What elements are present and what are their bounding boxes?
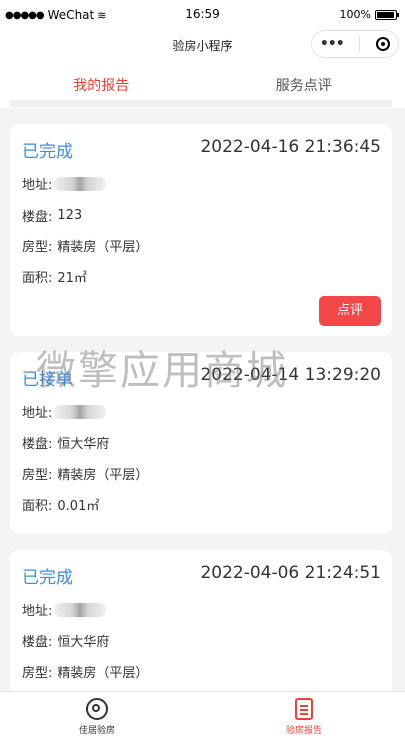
address-label: 地址: (22, 406, 53, 421)
address-row: 地址: (22, 174, 107, 193)
estate-label: 楼盘: (22, 437, 53, 452)
report-icon (295, 698, 313, 720)
report-status: 已完成 (22, 568, 73, 588)
house-type-label: 房型: (22, 468, 53, 483)
target-icon (86, 698, 108, 720)
more-icon[interactable]: ••• (320, 36, 345, 52)
area-value: 21㎡ (57, 271, 87, 286)
report-status: 已完成 (22, 142, 73, 162)
area-row: 面积: 21㎡ (22, 267, 87, 286)
close-target-icon[interactable] (376, 37, 391, 51)
area-label: 面积: (22, 271, 53, 286)
review-button[interactable]: 点评 (319, 296, 381, 326)
area-label: 面积: (22, 499, 53, 514)
area-row: 面积: 0.01㎡ (22, 495, 99, 514)
battery-icon (375, 9, 399, 20)
address-row: 地址: (22, 402, 107, 421)
bottom-tab-label: 佳居验房 (78, 726, 115, 736)
estate-row: 楼盘: 恒大华府 (22, 631, 109, 650)
estate-label: 楼盘: (22, 210, 53, 225)
address-redacted (54, 602, 107, 617)
address-label: 地址: (22, 604, 53, 619)
estate-row: 楼盘: 恒大华府 (22, 433, 109, 452)
capsule-divider (359, 36, 361, 52)
nav-bar: 验房小程序 ••• (0, 30, 405, 62)
report-card[interactable]: 已完成 2022-04-06 21:24:51 地址: 楼盘: 恒大华府 房型:… (10, 550, 392, 710)
area-value: 0.01㎡ (57, 499, 100, 514)
bottom-tab-label: 验房报告 (285, 726, 322, 736)
tab-divider (10, 100, 392, 107)
status-right: 100% (339, 8, 399, 21)
report-card[interactable]: 已完成 2022-04-16 21:36:45 地址: 楼盘: 123 房型: … (10, 124, 392, 336)
address-row: 地址: (22, 600, 107, 619)
estate-label: 楼盘: (22, 635, 53, 650)
estate-value: 恒大华府 (57, 635, 110, 650)
house-type-label: 房型: (22, 240, 53, 255)
address-redacted (54, 176, 107, 191)
status-bar: ●●●●● WeChat ≋ 16:59 100% (0, 0, 405, 30)
report-datetime: 2022-04-16 21:36:45 (200, 137, 381, 157)
house-type-label: 房型: (22, 666, 53, 681)
watermark: 微擎应用商城 (36, 348, 288, 394)
mini-program-capsule: ••• (311, 30, 399, 58)
estate-row: 楼盘: 123 (22, 206, 82, 225)
address-redacted (54, 404, 107, 419)
house-type-value: 精装房（平层） (57, 240, 149, 255)
house-type-value: 精装房（平层） (57, 666, 149, 681)
house-type-row: 房型: 精装房（平层） (22, 464, 148, 483)
address-label: 地址: (22, 178, 53, 193)
bottom-nav: 佳居验房 验房报告 (0, 691, 405, 742)
report-datetime: 2022-04-06 21:24:51 (200, 563, 381, 583)
estate-value: 恒大华府 (57, 437, 110, 452)
house-type-value: 精装房（平层） (57, 468, 149, 483)
battery-percent: 100% (339, 8, 371, 21)
bottom-tab-home[interactable]: 佳居验房 (37, 698, 157, 736)
house-type-row: 房型: 精装房（平层） (22, 662, 148, 681)
estate-value: 123 (57, 208, 83, 223)
bottom-tab-reports[interactable]: 验房报告 (244, 698, 364, 736)
house-type-row: 房型: 精装房（平层） (22, 236, 148, 255)
